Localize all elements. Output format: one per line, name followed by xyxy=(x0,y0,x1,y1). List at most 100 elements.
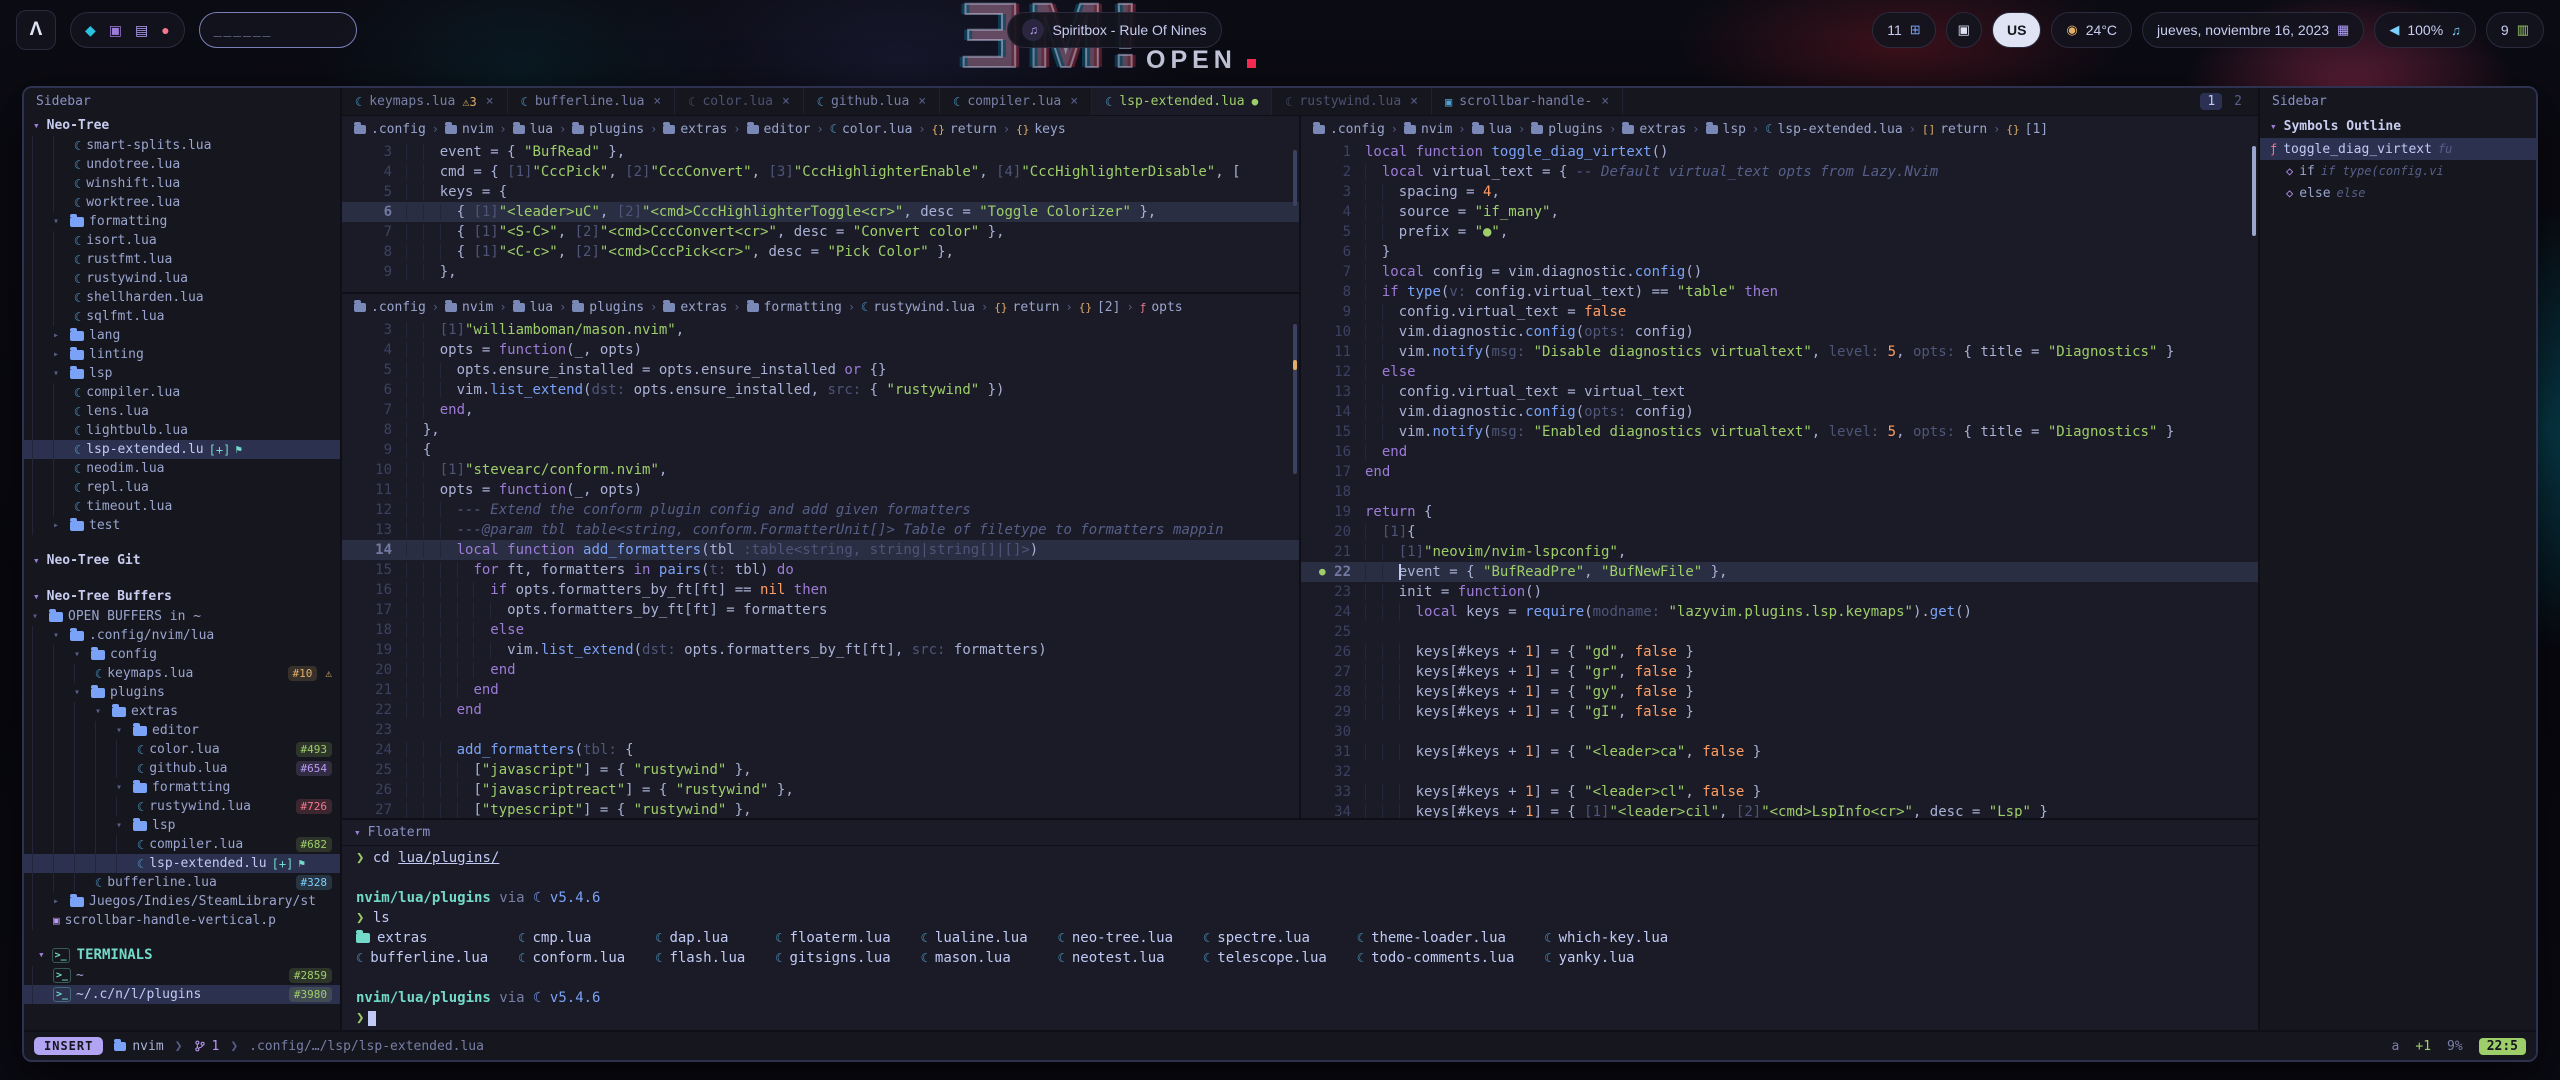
code-line[interactable]: 2 local virtual_text = { -- Default virt… xyxy=(1301,162,2258,182)
code-line[interactable]: 26 keys[#keys + 1] = { "gd", false } xyxy=(1301,642,2258,662)
tree-item-test[interactable]: ▸test xyxy=(24,516,340,535)
code-line[interactable]: 9 { xyxy=(342,440,1299,460)
code-line[interactable]: 31 keys[#keys + 1] = { "<leader>ca", fal… xyxy=(1301,742,2258,762)
tree-item-linting[interactable]: ▸linting xyxy=(24,345,340,364)
code-line[interactable]: 23 init = function() xyxy=(1301,582,2258,602)
pane-lsp[interactable]: .config›nvim›lua›plugins›extras›lsp›☾lsp… xyxy=(1301,116,2258,818)
tree-item-isort-lua[interactable]: ☾isort.lua xyxy=(24,231,340,250)
tree-item-winshift-lua[interactable]: ☾winshift.lua xyxy=(24,174,340,193)
code-line[interactable]: 5 prefix = "●", xyxy=(1301,222,2258,242)
code-line[interactable]: 14 vim.diagnostic.config(opts: config) xyxy=(1301,402,2258,422)
code-line[interactable]: 8 if type(v: config.virtual_text) == "ta… xyxy=(1301,282,2258,302)
tab-compiler-lua[interactable]: ☾compiler.lua× xyxy=(940,88,1092,115)
code-line[interactable]: 26 ["javascriptreact"] = { "rustywind" }… xyxy=(342,780,1299,800)
code-line[interactable]: 3 [1]"williamboman/mason.nvim", xyxy=(342,320,1299,340)
code-line[interactable]: 21 end xyxy=(342,680,1299,700)
code-line[interactable]: 7 local config = vim.diagnostic.config() xyxy=(1301,262,2258,282)
close-icon[interactable]: × xyxy=(1070,94,1078,109)
close-icon[interactable]: × xyxy=(1410,94,1418,109)
code-line[interactable]: 10 [1]"stevearc/conform.nvim", xyxy=(342,460,1299,480)
breadcrumb-item[interactable]: []return xyxy=(1922,122,1987,137)
code-line[interactable]: 1local function toggle_diag_virtext() xyxy=(1301,142,2258,162)
tree-item-lsp-extended-lu[interactable]: ☾lsp-extended.lu[+]⚑ xyxy=(24,854,340,873)
close-icon[interactable]: × xyxy=(1601,94,1609,109)
tree-item-neodim-lua[interactable]: ☾neodim.lua xyxy=(24,459,340,478)
code-line[interactable]: 24 add_formatters(tbl: { xyxy=(342,740,1299,760)
breadcrumb-item[interactable]: nvim xyxy=(445,122,493,137)
tree-item-lang[interactable]: ▸lang xyxy=(24,326,340,345)
code-line[interactable]: 28 keys[#keys + 1] = { "gy", false } xyxy=(1301,682,2258,702)
code-line[interactable]: 7 end, xyxy=(342,400,1299,420)
tree-item-shellharden-lua[interactable]: ☾shellharden.lua xyxy=(24,288,340,307)
pane-rustywind[interactable]: .config›nvim›lua›plugins›extras›formatti… xyxy=(342,294,1299,818)
code-line[interactable]: 25 xyxy=(1301,622,2258,642)
breadcrumb-item[interactable]: formatting xyxy=(747,300,842,315)
code-line[interactable]: 16 if opts.formatters_by_ft[ft] == nil t… xyxy=(342,580,1299,600)
code-line[interactable]: 7 { [1]"<S-C>", [2]"<cmd>CccConvert<cr>"… xyxy=(342,222,1299,242)
code-line[interactable]: 9 config.virtual_text = false xyxy=(1301,302,2258,322)
code-line[interactable]: 8 }, xyxy=(342,420,1299,440)
breadcrumb-item[interactable]: ☾rustywind.lua xyxy=(861,300,975,315)
close-icon[interactable]: × xyxy=(918,94,926,109)
volume-widget[interactable]: ◀100%♫ xyxy=(2374,12,2476,48)
tree-item-bufferline-lua[interactable]: ☾bufferline.lua#328 xyxy=(24,873,340,892)
outline-item-if[interactable]: ◇ifif type(config.vi xyxy=(2260,160,2536,182)
tabpage-1[interactable]: 1 xyxy=(2200,93,2222,110)
breadcrumb-item[interactable]: extras xyxy=(663,122,727,137)
tree-item-config[interactable]: ▾config xyxy=(24,645,340,664)
breadcrumb-item[interactable]: .config xyxy=(1313,122,1385,137)
code-area[interactable]: 3 event = { "BufRead" },4 cmd = { [1]"Cc… xyxy=(342,142,1299,282)
code-line[interactable]: 4 source = "if_many", xyxy=(1301,202,2258,222)
tree-item-scrollbar-handle-vertical-p[interactable]: ▣scrollbar-handle-vertical.p xyxy=(24,911,340,930)
code-line[interactable]: 13 ---@param tbl table<string, conform.F… xyxy=(342,520,1299,540)
breadcrumb-item[interactable]: lsp xyxy=(1706,122,1746,137)
breadcrumb-item[interactable]: plugins xyxy=(1531,122,1603,137)
tab-color-lua[interactable]: ☾color.lua× xyxy=(675,88,804,115)
code-line[interactable]: 14 local function add_formatters(tbl :ta… xyxy=(342,540,1299,560)
outline-item-toggle-diag-virtext[interactable]: ƒtoggle_diag_virtextfu xyxy=(2260,138,2536,160)
breadcrumb-item[interactable]: lua xyxy=(513,300,553,315)
tree-item-lens-lua[interactable]: ☾lens.lua xyxy=(24,402,340,421)
breadcrumb-item[interactable]: nvim xyxy=(445,300,493,315)
breadcrumb-item[interactable]: {}[1] xyxy=(2006,122,2048,137)
code-line[interactable]: 16 end xyxy=(1301,442,2258,462)
code-line[interactable]: 4 cmd = { [1]"CccPick", [2]"CccConvert",… xyxy=(342,162,1299,182)
now-playing-widget[interactable]: ♫ Spiritbox - Rule Of Nines xyxy=(1007,12,1221,48)
code-line[interactable]: 12 --- Extend the conform plugin config … xyxy=(342,500,1299,520)
taskbar-input[interactable]: ______ xyxy=(199,12,357,48)
scrollbar-thumb[interactable] xyxy=(1293,324,1297,474)
breadcrumb-item[interactable]: {}return xyxy=(994,300,1059,315)
outline-item-else[interactable]: ◇elseelse xyxy=(2260,182,2536,204)
code-line[interactable]: 24 local keys = require(modname: "lazyvi… xyxy=(1301,602,2258,622)
windows-icon[interactable]: ▤ xyxy=(135,22,148,39)
tree-item-config-nvim-lua[interactable]: ▾.config/nvim/lua xyxy=(24,626,340,645)
breadcrumb-item[interactable]: {}keys xyxy=(1016,122,1066,137)
code-area[interactable]: 1local function toggle_diag_virtext()2 l… xyxy=(1301,142,2258,818)
media-icon[interactable]: ● xyxy=(161,22,169,38)
code-line[interactable]: 11 vim.notify(msg: "Disable diagnostics … xyxy=(1301,342,2258,362)
tree-item-repl-lua[interactable]: ☾repl.lua xyxy=(24,478,340,497)
tree-item-sqlfmt-lua[interactable]: ☾sqlfmt.lua xyxy=(24,307,340,326)
launcher-button[interactable]: Λ xyxy=(16,10,56,50)
tree-item-lightbulb-lua[interactable]: ☾lightbulb.lua xyxy=(24,421,340,440)
code-line[interactable]: 25 ["javascript"] = { "rustywind" }, xyxy=(342,760,1299,780)
tree-item-formatting[interactable]: ▾formatting xyxy=(24,212,340,231)
code-line[interactable]: ●22 event = { "BufReadPre", "BufNewFile"… xyxy=(1301,562,2258,582)
tab-github-lua[interactable]: ☾github.lua× xyxy=(804,88,940,115)
breadcrumb-item[interactable]: lua xyxy=(513,122,553,137)
code-line[interactable]: 15 vim.notify(msg: "Enabled diagnostics … xyxy=(1301,422,2258,442)
tab-keymaps-lua[interactable]: ☾keymaps.lua⚠3× xyxy=(342,88,508,115)
scrollbar-thumb[interactable] xyxy=(2252,146,2256,236)
tree-item-github-lua[interactable]: ☾github.lua#654 xyxy=(24,759,340,778)
tree-item-open-buffers-in[interactable]: ▾OPEN BUFFERS in ~ xyxy=(24,607,340,626)
code-line[interactable]: 27 keys[#keys + 1] = { "gr", false } xyxy=(1301,662,2258,682)
breadcrumb-item[interactable]: ƒopts xyxy=(1140,300,1183,315)
code-line[interactable]: 19return { xyxy=(1301,502,2258,522)
code-line[interactable]: 18 xyxy=(1301,482,2258,502)
tree-item-c-n-l-plugins[interactable]: >_~/.c/n/l/plugins#3980 xyxy=(24,985,340,1004)
outline-header[interactable]: ▾ Symbols Outline xyxy=(2260,114,2536,138)
tree-item-keymaps-lua[interactable]: ☾keymaps.lua#10⚠ xyxy=(24,664,340,683)
tree-item-formatting[interactable]: ▾formatting xyxy=(24,778,340,797)
breadcrumb-item[interactable]: plugins xyxy=(572,300,644,315)
breadcrumb-item[interactable]: ☾color.lua xyxy=(830,122,913,137)
